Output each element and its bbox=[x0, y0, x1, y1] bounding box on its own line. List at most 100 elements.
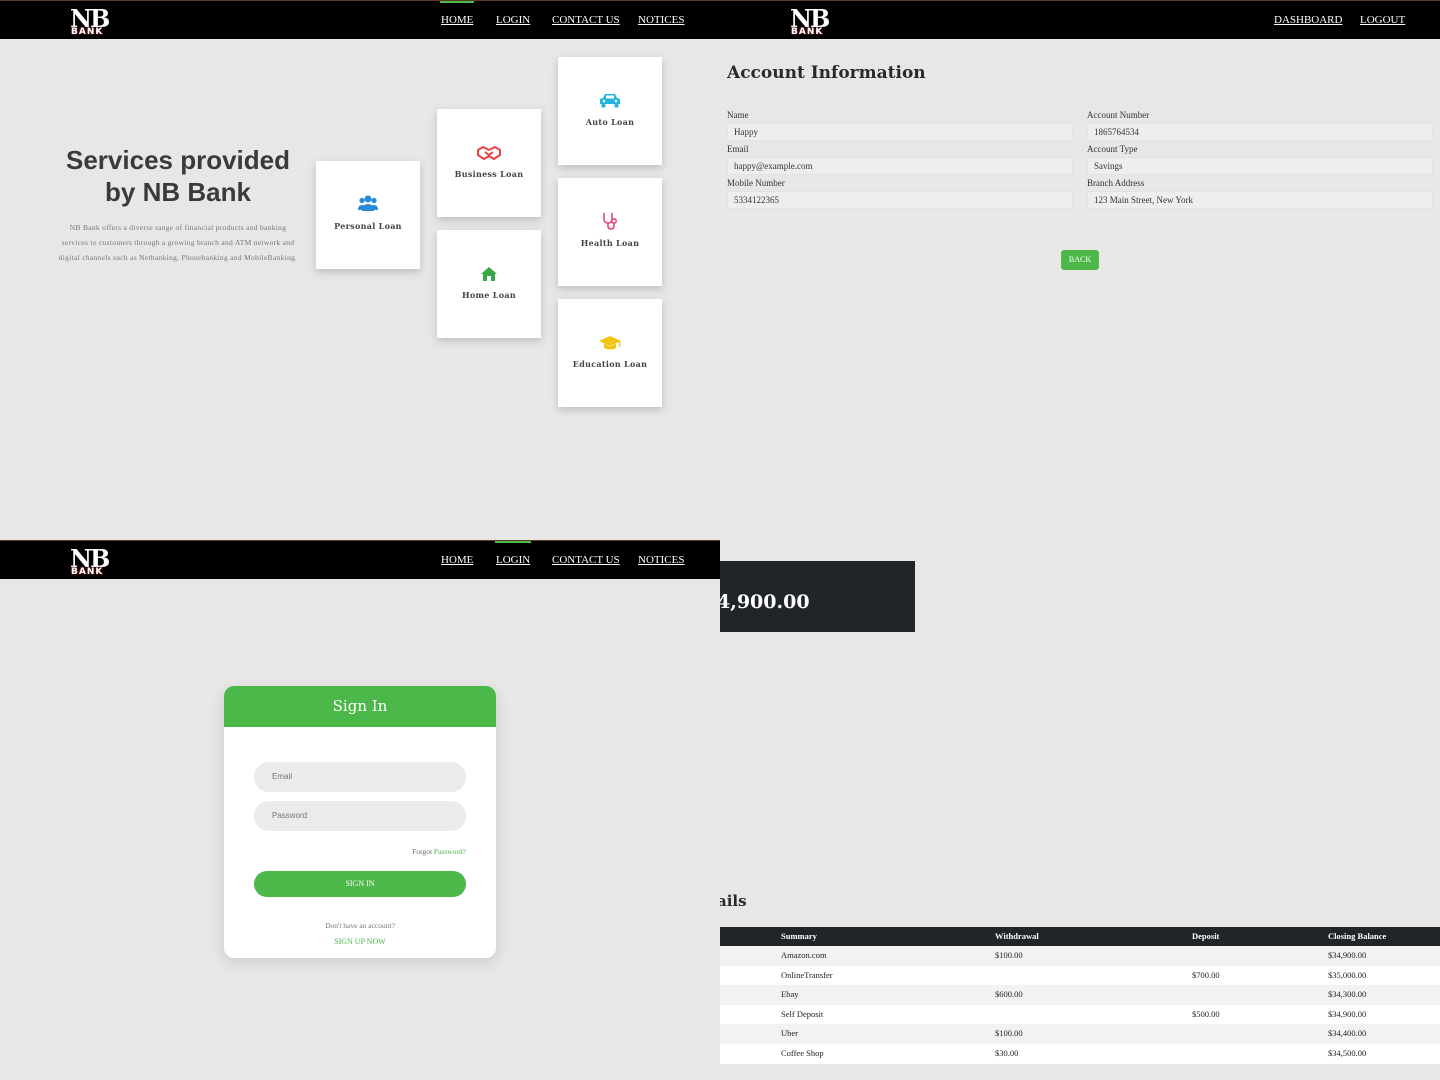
signin-button[interactable]: SIGN IN bbox=[254, 871, 466, 897]
table-row: Self Deposit $500.00 $34,900.00 bbox=[720, 1004, 1440, 1025]
logo-subtext: BANK bbox=[71, 27, 104, 37]
column-header: Withdrawal bbox=[995, 931, 1039, 941]
deposit-cell: $700.00 bbox=[1192, 969, 1220, 980]
card-auto-loan[interactable]: Auto Loan bbox=[558, 57, 662, 165]
nav-notices[interactable]: NOTICES bbox=[638, 554, 684, 566]
card-label: Health Loan bbox=[580, 238, 640, 248]
forgot-prefix: Forgot bbox=[412, 847, 433, 856]
table-row: Amazon.com $100.00 $34,900.00 bbox=[720, 946, 1440, 966]
withdrawal-cell: $600.00 bbox=[995, 989, 1023, 1000]
summary-cell: OnlineTransfer bbox=[781, 969, 833, 980]
withdrawal-cell: $100.00 bbox=[995, 950, 1023, 960]
closing-balance-cell: $34,500.00 bbox=[1328, 1047, 1367, 1058]
card-label: Auto Loan bbox=[585, 117, 635, 127]
email-label: Email bbox=[727, 144, 749, 154]
no-account-text: Don't have an account? bbox=[325, 921, 395, 930]
handshake-icon bbox=[437, 145, 541, 165]
name-label: Name bbox=[727, 110, 749, 120]
nav-notices[interactable]: NOTICES bbox=[638, 14, 684, 26]
closing-balance-cell: $34,300.00 bbox=[1328, 989, 1367, 1000]
mobile-field: 5334122365 bbox=[727, 191, 1073, 209]
nav-home[interactable]: HOME bbox=[441, 554, 473, 566]
branch-address-label: Branch Address bbox=[1087, 178, 1145, 188]
closing-balance-cell: $34,900.00 bbox=[1328, 1008, 1367, 1019]
summary-cell: Uber bbox=[781, 1028, 798, 1039]
graduation-cap-icon bbox=[558, 335, 662, 355]
home-icon bbox=[437, 266, 541, 286]
table-row: Ebay $600.00 $34,300.00 bbox=[720, 985, 1440, 1005]
nav-contact[interactable]: CONTACT US bbox=[552, 14, 620, 26]
withdrawal-cell: $100.00 bbox=[995, 1028, 1023, 1039]
nav-home[interactable]: HOME bbox=[439, 1, 475, 26]
account-type-field: Savings bbox=[1087, 157, 1433, 175]
dashboard-panel: 4,900.00 ails Summary Withdrawal Deposit… bbox=[720, 540, 1440, 1080]
column-header: Summary bbox=[781, 931, 817, 941]
nav-dashboard[interactable]: DASHBOARD bbox=[1274, 14, 1342, 26]
services-description: NB Bank offers a diverse range of financ… bbox=[58, 223, 298, 262]
top-navbar: NB BANK HOME LOGIN CONTACT US NOTICES bbox=[0, 540, 720, 579]
branch-address-field: 123 Main Street, New York bbox=[1087, 191, 1433, 209]
summary-cell: Amazon.com bbox=[781, 950, 827, 960]
balance-amount: 4,900.00 bbox=[720, 591, 810, 613]
card-label: Home Loan bbox=[462, 290, 516, 300]
nav-logout[interactable]: LOGOUT bbox=[1360, 14, 1405, 26]
card-personal-loan[interactable]: Personal Loan bbox=[316, 161, 420, 269]
email-field: happy@example.com bbox=[727, 157, 1073, 175]
account-info-panel: NB BANK DASHBOARD LOGOUT Account Informa… bbox=[720, 0, 1440, 540]
closing-balance-cell: $34,400.00 bbox=[1328, 1028, 1367, 1039]
page-title: Account Information bbox=[727, 63, 926, 83]
nb-bank-logo[interactable]: NB BANK bbox=[70, 545, 110, 579]
summary-cell: Coffee Shop bbox=[781, 1047, 824, 1058]
logo-subtext: BANK bbox=[791, 27, 824, 37]
card-label: Education Loan bbox=[572, 359, 648, 369]
stethoscope-icon bbox=[558, 212, 662, 234]
services-title: Services provided by NB Bank bbox=[66, 145, 290, 207]
closing-balance-cell: $34,900.00 bbox=[1328, 950, 1367, 960]
name-field: Happy bbox=[727, 123, 1073, 141]
card-label: Personal Loan bbox=[334, 221, 402, 231]
nav-login[interactable]: LOGIN bbox=[496, 14, 530, 26]
card-home-loan[interactable]: Home Loan bbox=[437, 230, 541, 338]
table-row: Uber $100.00 $34,400.00 bbox=[720, 1024, 1440, 1044]
account-type-label: Account Type bbox=[1087, 144, 1138, 154]
card-education-loan[interactable]: Education Loan bbox=[558, 299, 662, 407]
nb-bank-logo[interactable]: NB BANK bbox=[70, 5, 110, 39]
card-business-loan[interactable]: Business Loan bbox=[437, 109, 541, 217]
signup-link[interactable]: SIGN UP NOW bbox=[224, 937, 496, 946]
logo-subtext: BANK bbox=[71, 567, 104, 577]
home-page-panel: NB BANK HOME LOGIN CONTACT US NOTICES Se… bbox=[0, 0, 720, 540]
signin-title: Sign In bbox=[224, 686, 496, 727]
card-label: Business Loan bbox=[454, 169, 524, 179]
nav-login[interactable]: LOGIN bbox=[494, 541, 532, 566]
transaction-details-title: ails bbox=[720, 892, 747, 910]
car-icon bbox=[558, 92, 662, 112]
transactions-table: Summary Withdrawal Deposit Closing Balan… bbox=[720, 927, 1440, 1064]
account-number-label: Account Number bbox=[1087, 110, 1150, 120]
table-row: Coffee Shop $30.00 $34,500.00 bbox=[720, 1043, 1440, 1064]
balance-card: 4,900.00 bbox=[720, 561, 915, 632]
login-page-panel: NB BANK HOME LOGIN CONTACT US NOTICES Si… bbox=[0, 540, 720, 1080]
top-navbar: NB BANK DASHBOARD LOGOUT bbox=[720, 0, 1440, 39]
back-button[interactable]: BACK bbox=[1061, 250, 1099, 270]
column-header: Deposit bbox=[1192, 931, 1220, 941]
deposit-cell: $500.00 bbox=[1192, 1008, 1220, 1019]
email-input[interactable] bbox=[254, 762, 466, 792]
nav-contact[interactable]: CONTACT US bbox=[552, 554, 620, 566]
column-header: Closing Balance bbox=[1328, 931, 1387, 941]
users-icon bbox=[316, 194, 420, 216]
forgot-password-link[interactable]: Password? bbox=[434, 847, 466, 856]
closing-balance-cell: $35,000.00 bbox=[1328, 969, 1367, 980]
signin-card: Sign In Forgot Password? SIGN IN Don't h… bbox=[224, 686, 496, 958]
account-number-field: 1865764534 bbox=[1087, 123, 1433, 141]
summary-cell: Self Deposit bbox=[781, 1008, 824, 1019]
forgot-password: Forgot Password? bbox=[412, 847, 466, 856]
top-navbar: NB BANK HOME LOGIN CONTACT US NOTICES bbox=[0, 0, 720, 39]
table-row: OnlineTransfer $700.00 $35,000.00 bbox=[720, 965, 1440, 986]
table-header: Summary Withdrawal Deposit Closing Balan… bbox=[720, 927, 1440, 946]
withdrawal-cell: $30.00 bbox=[995, 1047, 1019, 1058]
card-health-loan[interactable]: Health Loan bbox=[558, 178, 662, 286]
password-input[interactable] bbox=[254, 801, 466, 831]
mobile-label: Mobile Number bbox=[727, 178, 785, 188]
summary-cell: Ebay bbox=[781, 989, 799, 1000]
nb-bank-logo[interactable]: NB BANK bbox=[790, 5, 830, 39]
